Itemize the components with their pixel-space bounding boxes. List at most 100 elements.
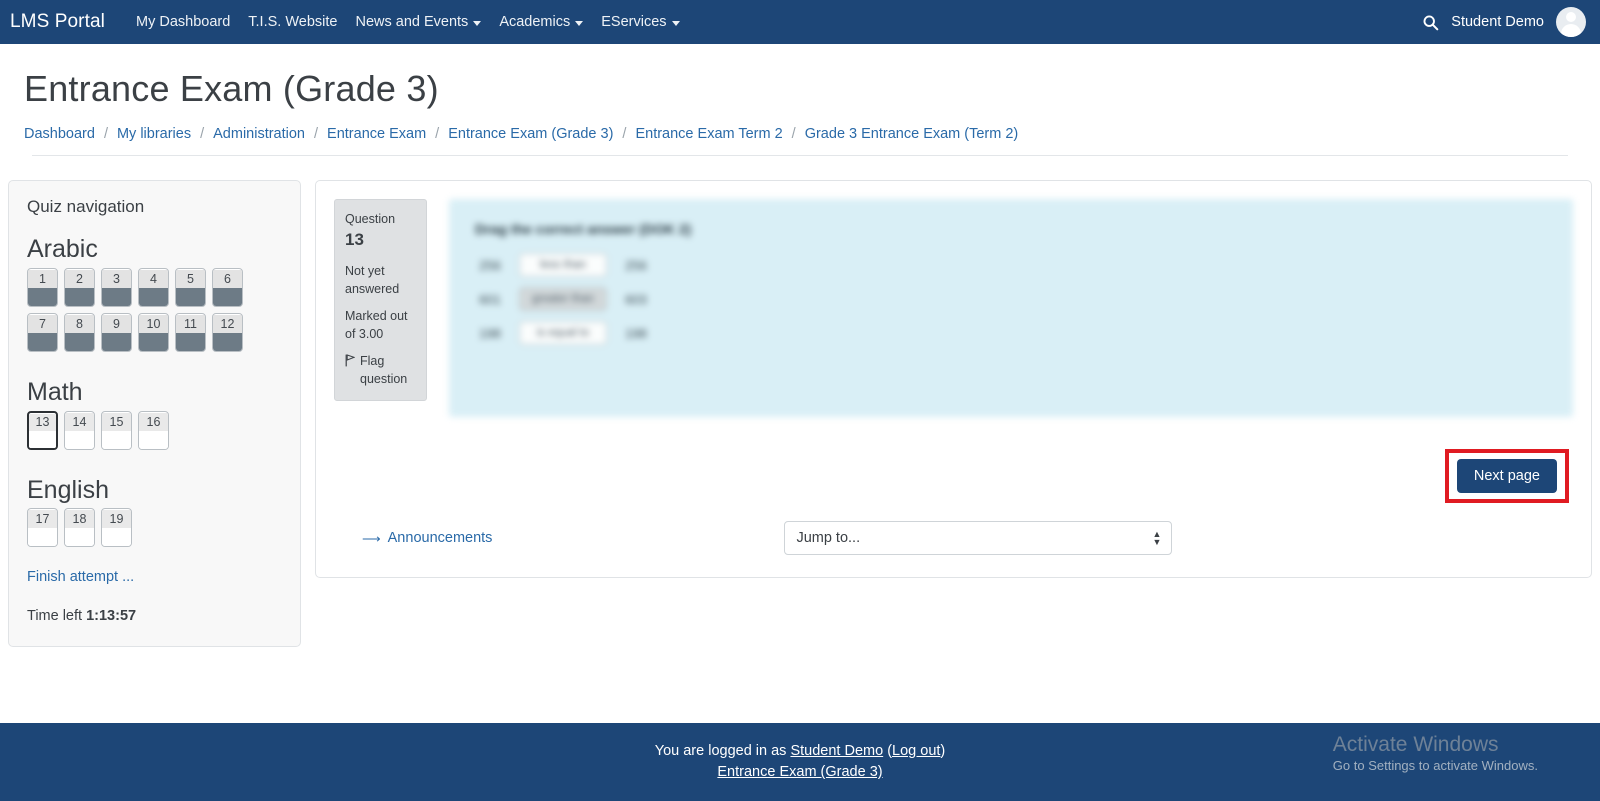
footer-course-link[interactable]: Entrance Exam (Grade 3): [717, 764, 882, 780]
question-button-3[interactable]: 3: [101, 267, 132, 307]
time-left: Time left 1:13:57: [27, 608, 282, 624]
drop-zone[interactable]: greater than: [519, 287, 607, 311]
brand-logo[interactable]: LMS Portal: [10, 11, 105, 33]
question-button-number: 4: [139, 269, 168, 288]
announcements-label: Announcements: [387, 530, 493, 546]
nav-link-academics[interactable]: Academics: [490, 10, 592, 34]
question-button-state-fill: [139, 332, 168, 351]
subject-heading-english: English: [27, 475, 109, 504]
next-page-button[interactable]: Next page: [1456, 459, 1557, 493]
breadcrumb: Dashboard / My libraries / Administration / En…: [24, 126, 1576, 142]
question-button-state-fill: [139, 287, 168, 306]
drag-drop-row: 198 is equal to 198: [475, 321, 1547, 345]
breadcrumb-separator: /: [314, 126, 319, 142]
subject-heading-arabic: Arabic: [27, 235, 98, 263]
nav-link-eservices[interactable]: EServices: [592, 10, 688, 34]
question-button-17[interactable]: 17: [27, 508, 58, 548]
finish-attempt-link[interactable]: Finish attempt ...: [27, 569, 134, 585]
question-button-state-fill: [213, 287, 242, 306]
question-button-10[interactable]: 10: [138, 312, 169, 352]
question-button-state-fill: [65, 528, 94, 547]
chevron-down-icon: [671, 20, 680, 26]
nav-link-label: My Dashboard: [135, 14, 231, 30]
question-button-number: 16: [139, 412, 168, 431]
breadcrumb-item[interactable]: My libraries: [117, 126, 191, 142]
breadcrumb-item[interactable]: Entrance Exam: [327, 126, 426, 142]
question-info-box: Question 13 Not yet answered Marked out …: [334, 199, 427, 401]
drag-drop-rows: 256 less than 256 601 greater than 603 198 is e…: [475, 253, 1547, 345]
question-button-19[interactable]: 19: [101, 508, 132, 548]
operand-left: 601: [479, 291, 501, 307]
question-button-1[interactable]: 1: [27, 267, 58, 307]
question-button-9[interactable]: 9: [101, 312, 132, 352]
question-button-state-fill: [28, 332, 57, 351]
chevron-down-icon: [575, 20, 584, 26]
question-button-state-fill: [29, 430, 56, 448]
question-button-7[interactable]: 7: [27, 312, 58, 352]
question-button-5[interactable]: 5: [175, 267, 206, 307]
question-button-15[interactable]: 15: [101, 410, 132, 450]
question-button-state-fill: [139, 430, 168, 449]
page-footer: You are logged in as Student Demo (Log o…: [0, 723, 1600, 801]
question-button-8[interactable]: 8: [64, 312, 95, 352]
jump-to-select[interactable]: Jump to...: [784, 521, 1173, 555]
user-name-label[interactable]: Student Demo: [1451, 14, 1544, 30]
time-left-label: Time left: [27, 608, 83, 625]
footer-login-line: You are logged in as Student Demo (Log o…: [0, 741, 1600, 762]
question-button-4[interactable]: 4: [138, 267, 169, 307]
user-avatar-icon[interactable]: [1556, 7, 1586, 37]
flag-question-button[interactable]: Flag question: [345, 352, 417, 388]
next-page-area: Next page: [334, 449, 1573, 503]
nav-link-t-i-s-website[interactable]: T.I.S. Website: [239, 10, 346, 34]
nav-links: My Dashboard T.I.S. Website News and Event…: [127, 10, 689, 34]
question-button-6[interactable]: 6: [212, 267, 243, 307]
drop-zone[interactable]: less than: [519, 253, 607, 277]
breadcrumb-separator: /: [622, 126, 627, 142]
footer-user-link[interactable]: Student Demo: [790, 743, 883, 759]
question-button-number: 3: [102, 269, 131, 288]
question-button-11[interactable]: 11: [175, 312, 206, 352]
breadcrumb-separator: /: [435, 126, 440, 142]
question-button-state-fill: [65, 287, 94, 306]
question-status: Not yet answered: [345, 263, 400, 296]
footer-course-line: Entrance Exam (Grade 3): [0, 762, 1600, 783]
breadcrumb-item[interactable]: Entrance Exam (Grade 3): [448, 126, 613, 142]
question-button-13[interactable]: 13: [27, 410, 58, 450]
nav-link-news-and-events[interactable]: News and Events: [346, 10, 490, 34]
question-marks: Marked out of 3.00: [345, 309, 408, 342]
next-page-highlight: Next page: [1444, 449, 1569, 503]
question-button-2[interactable]: 2: [64, 267, 95, 307]
question-row: Question 13 Not yet answered Marked out …: [334, 199, 1573, 417]
nav-link-my-dashboard[interactable]: My Dashboard: [127, 10, 239, 34]
question-button-state-fill: [65, 332, 94, 351]
quiz-navigation-title: Quiz navigation: [27, 197, 145, 216]
search-icon[interactable]: [1422, 14, 1439, 31]
nav-link-label: EServices: [601, 14, 667, 30]
breadcrumb-item[interactable]: Dashboard: [24, 126, 95, 142]
question-button-state-fill: [176, 332, 205, 351]
drag-drop-row: 601 greater than 603: [475, 287, 1547, 311]
announcements-link[interactable]: ⟶ Announcements: [362, 530, 492, 546]
question-button-number: 9: [102, 314, 131, 333]
breadcrumb-item[interactable]: Entrance Exam Term 2: [635, 126, 782, 142]
operand-left: 256: [479, 257, 501, 273]
arrow-left-icon: ⟶: [362, 530, 381, 546]
question-button-18[interactable]: 18: [64, 508, 95, 548]
logout-link[interactable]: Log out: [892, 743, 940, 759]
breadcrumb-item[interactable]: Grade 3 Entrance Exam (Term 2): [805, 126, 1019, 142]
breadcrumb-separator: /: [200, 126, 205, 142]
question-button-number: 15: [102, 412, 131, 431]
drop-zone[interactable]: is equal to: [519, 321, 607, 345]
question-button-number: 17: [28, 510, 57, 529]
question-content[interactable]: Drag the correct answer (DOK 2) 256 less …: [449, 199, 1573, 417]
question-number-line: Question 13: [345, 210, 417, 253]
breadcrumb-item[interactable]: Administration: [213, 126, 305, 142]
question-button-14[interactable]: 14: [64, 410, 95, 450]
question-button-12[interactable]: 12: [212, 312, 243, 352]
question-button-16[interactable]: 16: [138, 410, 169, 450]
page-header: Entrance Exam (Grade 3) Dashboard / My lib…: [0, 44, 1600, 170]
question-prompt: Drag the correct answer (DOK 2): [475, 221, 692, 237]
question-button-number: 13: [29, 413, 56, 431]
question-label: Question: [345, 212, 396, 226]
question-button-number: 8: [65, 314, 94, 333]
